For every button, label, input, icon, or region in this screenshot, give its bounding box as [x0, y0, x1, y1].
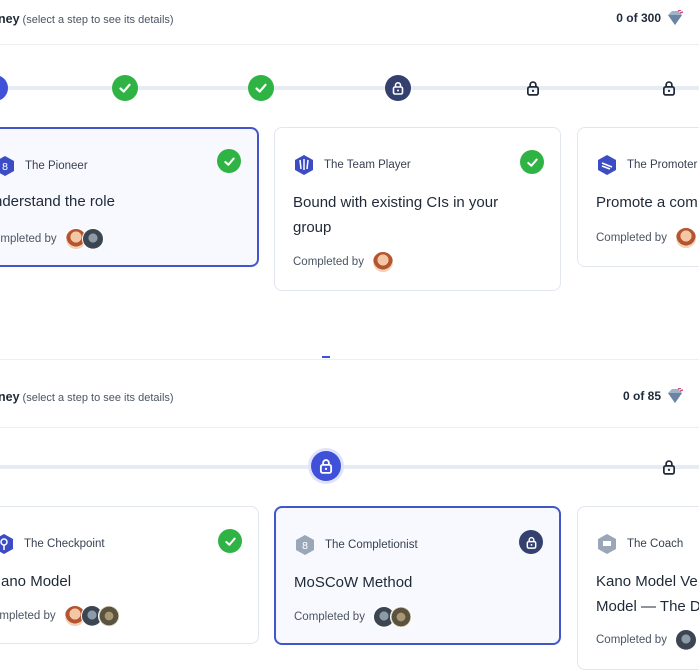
gem-icon	[668, 10, 683, 25]
pioneer-badge-icon: 8	[0, 156, 14, 176]
points-count-text: 0 of 300	[616, 11, 661, 25]
card-role-text: The Team Player	[324, 159, 411, 171]
card-role-text: The Promoter	[627, 159, 698, 171]
step-node-done[interactable]	[248, 75, 274, 101]
step-name: ano Model	[1, 573, 72, 590]
lock-icon	[663, 460, 675, 475]
avatar-group	[371, 251, 394, 273]
card-role-text: The Completionist	[325, 539, 418, 551]
journey-title: ney (select a step to see its details)	[0, 12, 174, 26]
journey-title-hint: (select a step to see its details)	[22, 14, 174, 26]
step-node-active[interactable]	[0, 75, 8, 101]
step-name: MoSCoW Method	[294, 574, 413, 591]
step-card-checkpoint[interactable]: The Checkpoint ano Model ompleted by	[0, 506, 259, 644]
gem-icon	[668, 388, 683, 403]
lock-icon	[527, 81, 539, 96]
avatar-group	[674, 629, 697, 651]
promoter-badge-icon	[598, 155, 616, 175]
step-card-team-player[interactable]: The Team Player Bound with existing CIs …	[274, 127, 561, 291]
completed-check-icon	[217, 149, 241, 173]
lock-icon	[319, 459, 333, 474]
card-role: 8 The Completionist	[294, 534, 418, 556]
check-icon	[255, 83, 267, 93]
completed-by-label: Completed by	[294, 611, 365, 623]
step-node-locked[interactable]	[520, 75, 546, 101]
step-name: nderstand the role	[0, 193, 115, 210]
step-card-pioneer[interactable]: 8 The Pioneer nderstand the role omplete…	[0, 127, 259, 267]
card-role-text: The Checkpoint	[24, 538, 105, 550]
avatar-group	[372, 606, 412, 628]
avatar[interactable]	[674, 629, 697, 651]
completed-by: Completed by	[596, 629, 697, 651]
step-name: Bound with existing CIs in your group	[293, 194, 499, 236]
svg-text:8: 8	[2, 162, 8, 173]
completed-by: ompleted by	[0, 228, 104, 250]
completed-by: Completed by	[294, 606, 412, 628]
section-divider	[322, 356, 330, 358]
avatar-group	[674, 227, 697, 249]
lock-icon	[663, 81, 675, 96]
avatar[interactable]	[371, 251, 394, 273]
completed-by: Completed by	[293, 251, 394, 273]
journey-title-text: ney	[0, 390, 20, 404]
step-card-completionist[interactable]: 8 The Completionist MoSCoW Method Comple…	[274, 506, 561, 645]
card-role: The Checkpoint	[0, 533, 105, 555]
completed-by-label: Completed by	[596, 232, 667, 244]
locked-icon	[519, 530, 543, 554]
card-role-text: The Pioneer	[25, 160, 88, 172]
journey-header: ney (select a step to see its details) 0 …	[0, 359, 699, 428]
completed-check-icon	[520, 150, 544, 174]
step-node-current[interactable]	[385, 75, 411, 101]
card-role-text: The Coach	[627, 538, 684, 550]
completed-by: ompleted by	[0, 605, 120, 627]
avatar[interactable]	[389, 606, 412, 628]
step-node-active[interactable]	[311, 451, 341, 481]
journey-title: ney (select a step to see its details)	[0, 390, 174, 404]
avatar[interactable]	[674, 227, 697, 249]
step-node-done[interactable]	[112, 75, 138, 101]
step-node-locked[interactable]	[656, 75, 682, 101]
completed-by-label: ompleted by	[0, 610, 56, 622]
step-node-locked[interactable]	[656, 454, 682, 480]
card-role: The Team Player	[293, 154, 411, 176]
points-count: 0 of 85	[623, 388, 683, 404]
step-card-coach[interactable]: The Coach Kano Model Ve Model — The D Co…	[577, 506, 699, 670]
progress-track	[0, 86, 699, 90]
step-card-promoter[interactable]: The Promoter Promote a com Completed by	[577, 127, 699, 267]
lock-icon	[392, 82, 404, 95]
points-count-text: 0 of 85	[622, 389, 661, 403]
check-icon	[119, 83, 131, 93]
journey-header: ney (select a step to see its details) 0 …	[0, 0, 699, 45]
completed-by-label: ompleted by	[0, 233, 57, 245]
completed-by-label: Completed by	[293, 256, 364, 268]
completed-check-icon	[218, 529, 242, 553]
completionist-badge-icon: 8	[296, 535, 314, 555]
step-name: Kano Model Ve Model — The D	[596, 573, 699, 615]
completed-by: Completed by	[596, 227, 697, 249]
team-player-badge-icon	[295, 155, 313, 175]
step-name: Promote a com	[596, 194, 698, 211]
progress-track	[0, 465, 699, 469]
checkpoint-badge-icon	[0, 534, 13, 554]
avatar-group	[64, 228, 104, 250]
avatar[interactable]	[97, 605, 120, 627]
avatar-group	[63, 605, 120, 627]
journey-title-text: ney	[0, 12, 20, 26]
card-role: The Promoter	[596, 154, 697, 176]
card-role: The Coach	[596, 533, 683, 555]
svg-text:8: 8	[302, 541, 308, 552]
card-role: 8 The Pioneer	[0, 155, 88, 177]
journey-title-hint: (select a step to see its details)	[22, 392, 174, 404]
coach-badge-icon	[598, 534, 616, 554]
avatar[interactable]	[81, 228, 104, 250]
points-count: 0 of 300	[616, 10, 683, 26]
completed-by-label: Completed by	[596, 634, 667, 646]
